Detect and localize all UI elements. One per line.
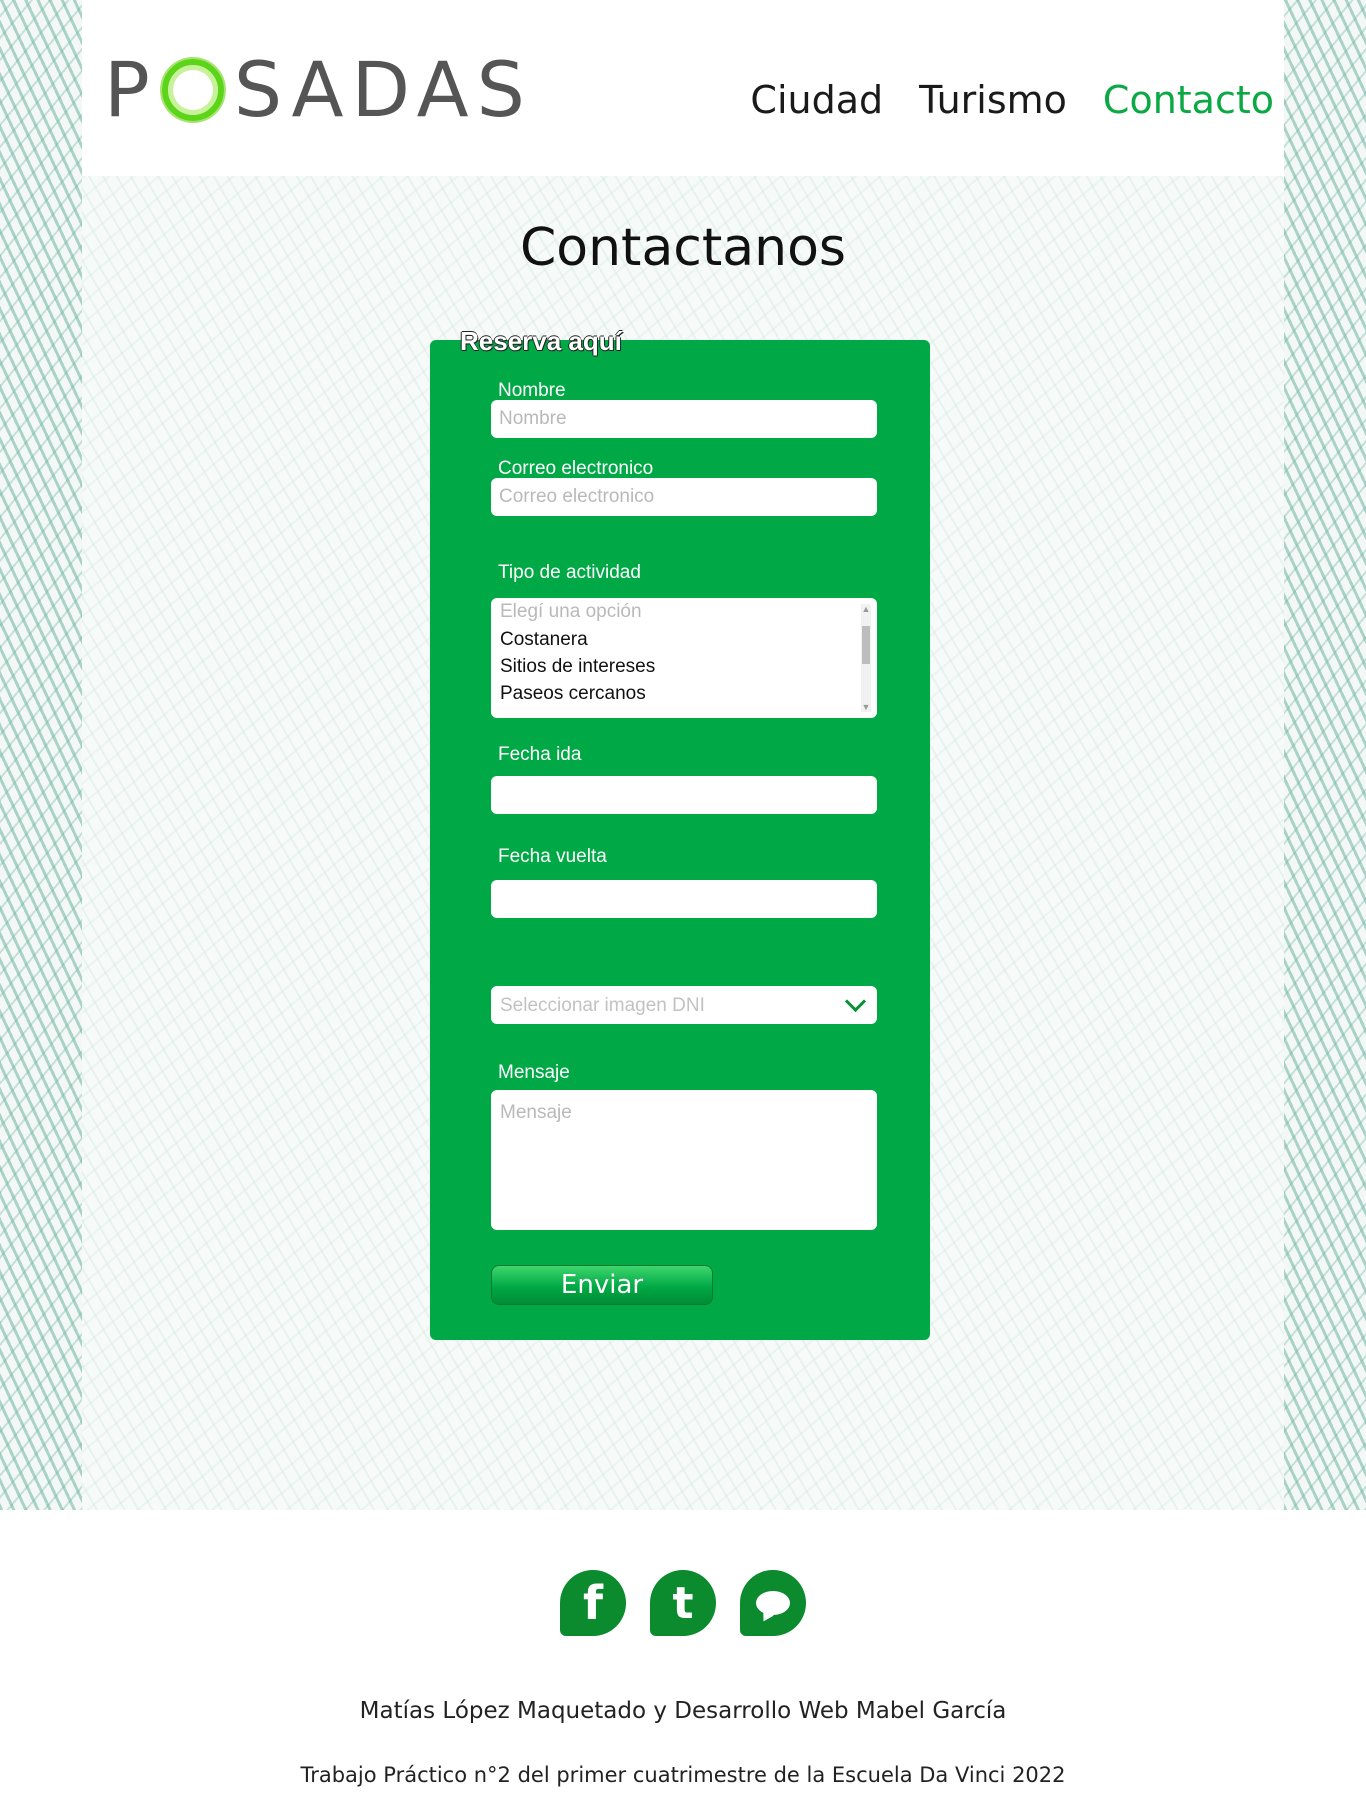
dni-image-select[interactable]: Seleccionar imagen DNI — [491, 986, 877, 1024]
date-back-label: Fecha vuelta — [498, 846, 607, 867]
name-label: Nombre — [498, 380, 566, 401]
message-textarea[interactable] — [491, 1090, 877, 1230]
email-input[interactable] — [491, 478, 877, 516]
date-out-label: Fecha ida — [498, 744, 582, 765]
nav-link-contacto[interactable]: Contacto — [1103, 78, 1274, 122]
page-title: Contactanos — [519, 218, 847, 278]
activity-option-costanera[interactable]: Costanera — [500, 629, 588, 651]
nav-link-ciudad[interactable]: Ciudad — [750, 78, 883, 122]
activity-label: Tipo de actividad — [498, 562, 641, 583]
logo[interactable]: P SADAS — [104, 50, 533, 130]
logo-letters-sadas: SADAS — [233, 45, 533, 134]
footer-note: Trabajo Práctico n°2 del primer cuatrime… — [300, 1763, 1066, 1787]
activity-option-paseos[interactable]: Paseos cercanos — [500, 683, 646, 705]
leaf-border-right — [1284, 0, 1366, 1510]
footer-credits: Matías López Maquetado y Desarrollo Web … — [359, 1698, 1007, 1724]
date-out-input[interactable] — [491, 776, 877, 814]
facebook-icon[interactable]: f — [560, 1570, 626, 1636]
reservation-form: Reserva aquí Nombre Correo electronico T… — [430, 326, 930, 1340]
logo-letter-p: P — [104, 45, 158, 134]
nav-link-turismo[interactable]: Turismo — [919, 78, 1067, 122]
dni-select-placeholder: Seleccionar imagen DNI — [500, 995, 705, 1016]
chat-bubble-shape — [756, 1591, 790, 1615]
date-back-input[interactable] — [491, 880, 877, 918]
main-content: Contactanos Reserva aquí Nombre Correo e… — [82, 176, 1284, 1510]
email-label: Correo electronico — [498, 458, 654, 479]
activity-listbox[interactable]: Elegí una opción Costanera Sitios de int… — [491, 598, 877, 718]
twitter-icon[interactable]: t — [650, 1570, 716, 1636]
submit-button[interactable]: Enviar — [491, 1265, 713, 1305]
site-footer: f t Matías López Maquetado y Desarrollo … — [0, 1510, 1366, 1806]
site-header: P SADAS Ciudad Turismo Contacto — [82, 0, 1284, 176]
main-nav: Ciudad Turismo Contacto — [750, 78, 1274, 122]
chat-icon[interactable] — [740, 1570, 806, 1636]
logo-ring-icon — [161, 59, 224, 121]
chevron-down-icon — [844, 990, 867, 1013]
social-links: f t — [0, 1570, 1366, 1636]
name-input[interactable] — [491, 400, 877, 438]
message-label: Mensaje — [498, 1062, 570, 1083]
scroll-up-icon[interactable]: ▲ — [861, 604, 871, 614]
form-legend: Reserva aquí — [460, 326, 622, 356]
scroll-thumb[interactable] — [862, 626, 870, 664]
activity-option-placeholder[interactable]: Elegí una opción — [500, 601, 642, 623]
leaf-border-left — [0, 0, 82, 1510]
listbox-scrollbar[interactable]: ▲ ▼ — [861, 604, 871, 712]
scroll-down-icon[interactable]: ▼ — [861, 702, 871, 712]
activity-option-sitios[interactable]: Sitios de intereses — [500, 656, 655, 678]
